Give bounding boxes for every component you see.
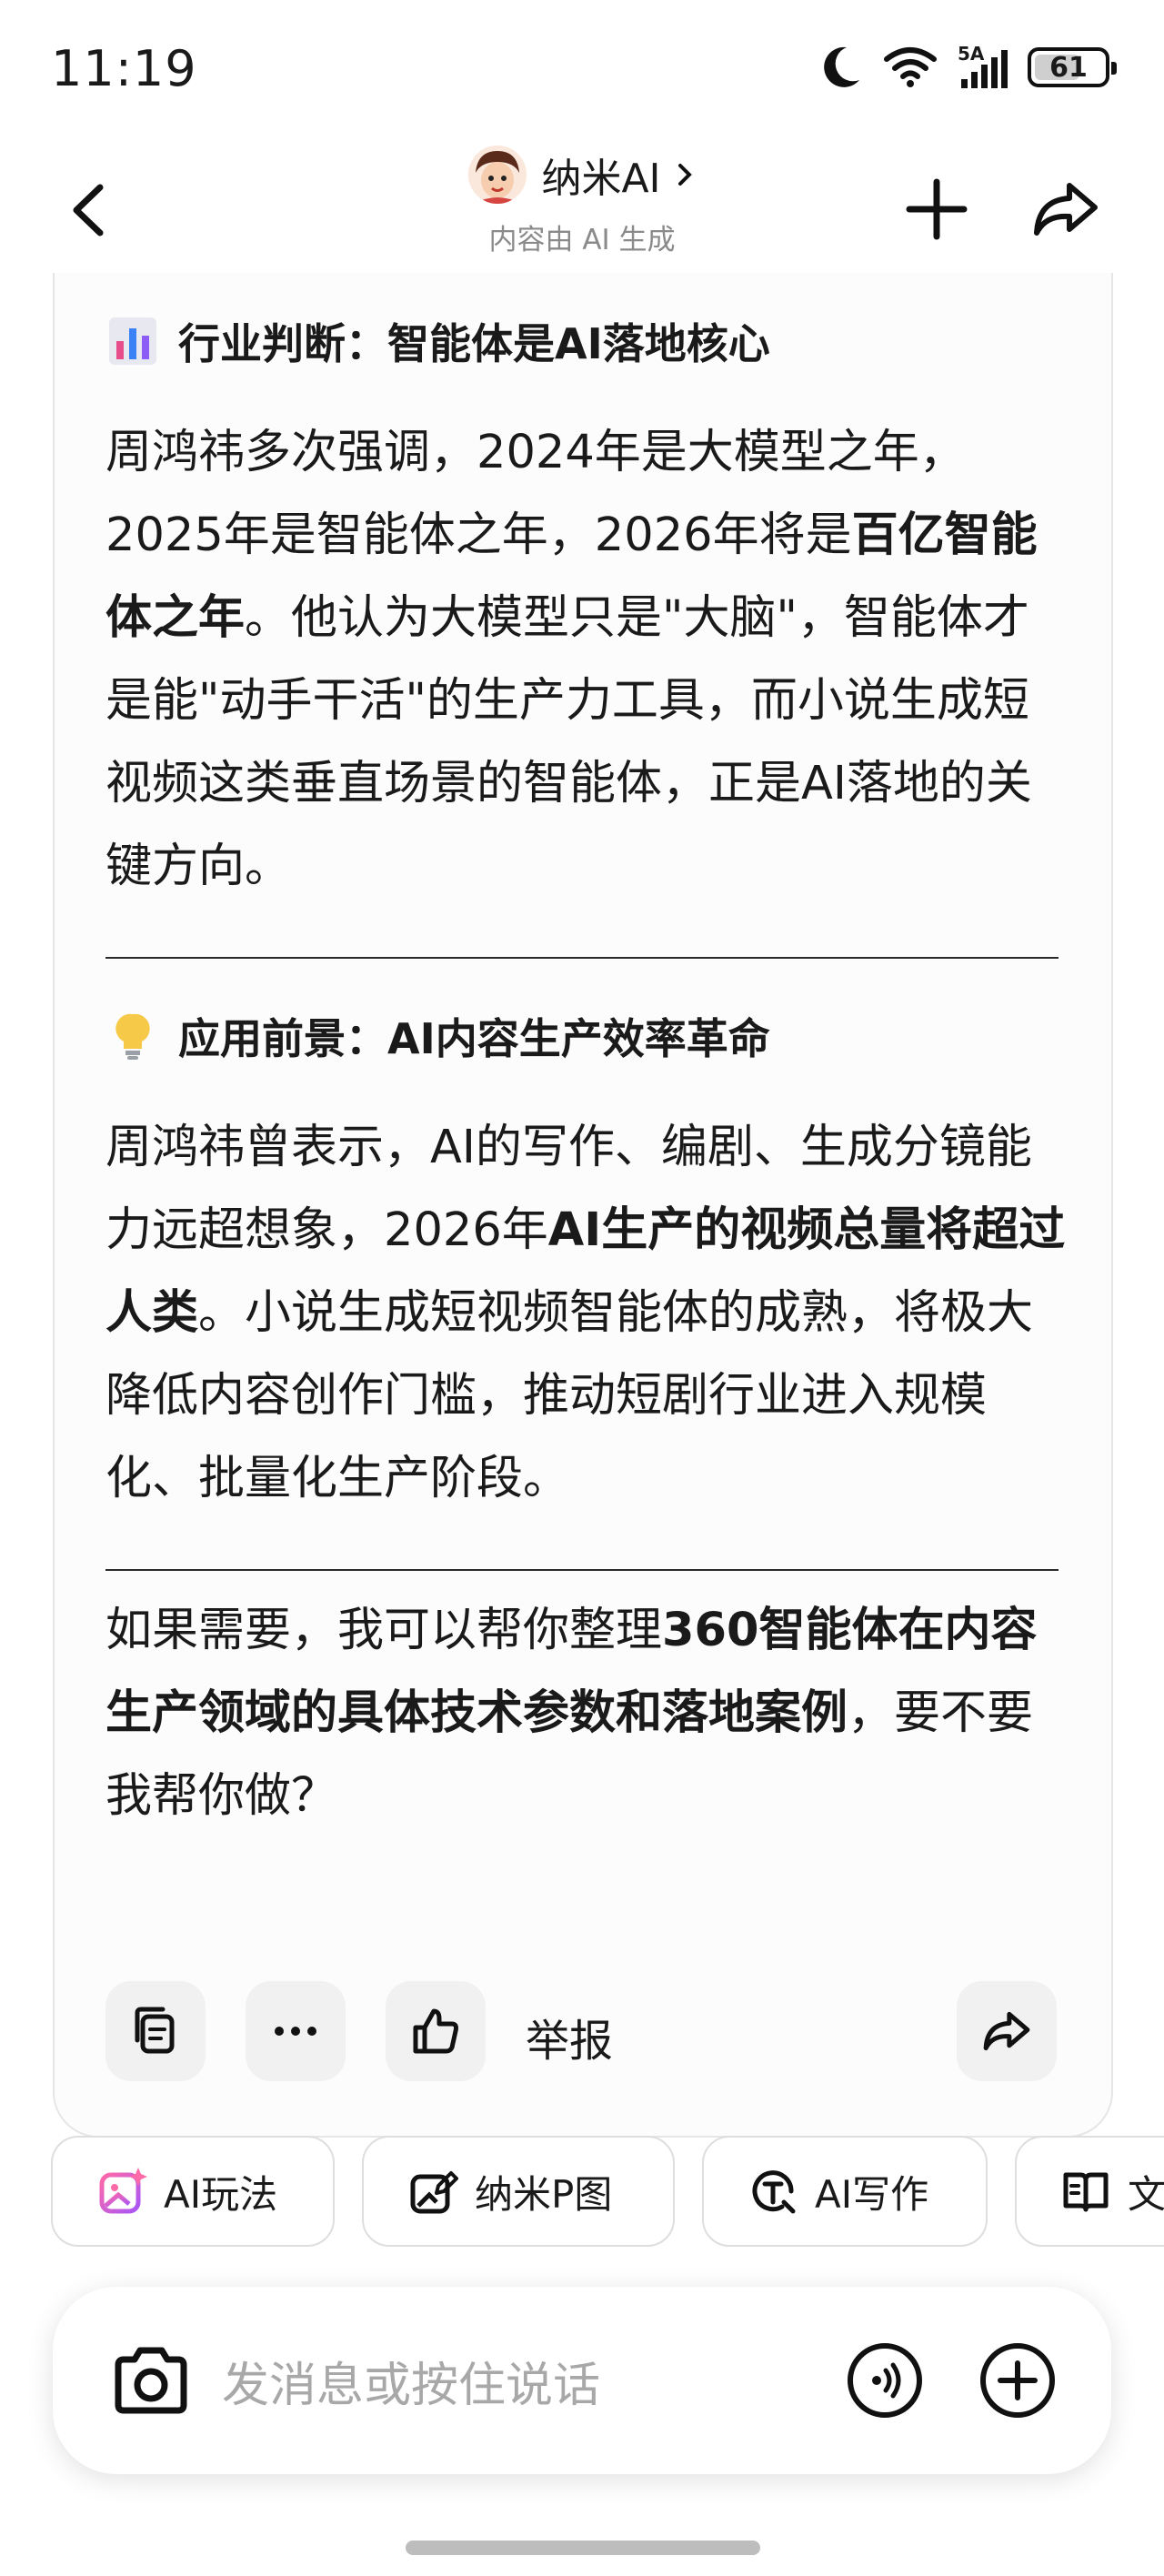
- home-indicator[interactable]: [406, 2541, 760, 2555]
- new-chat-button[interactable]: [900, 173, 973, 246]
- thumbs-up-icon: [413, 2008, 458, 2054]
- edit-image-icon: [410, 2171, 458, 2214]
- section-heading: 应用前景：AI内容生产效率革命: [105, 995, 1069, 1077]
- message-composer: 发消息或按住说话: [53, 2287, 1111, 2474]
- ai-write-icon: [752, 2170, 796, 2214]
- paragraph: 周鸿祎多次强调，2024年是大模型之年，2025年是智能体之年，2026年将是百…: [105, 411, 1069, 908]
- network-type-label: 5A: [958, 43, 985, 65]
- paragraph: 周鸿祎曾表示，AI的写作、编剧、生成分镜能力远超想象，2026年AI生产的视频总…: [105, 1106, 1069, 1520]
- report-button[interactable]: 举报: [526, 2005, 613, 2068]
- plus-circle-icon: [980, 2343, 1055, 2418]
- copy-button[interactable]: [105, 1981, 206, 2081]
- share-button[interactable]: [1028, 173, 1104, 246]
- divider: [105, 1569, 1059, 1571]
- book-icon: [1063, 2172, 1109, 2212]
- battery-icon: 61: [1028, 47, 1117, 87]
- moon-icon: [824, 46, 859, 87]
- add-attachment-button[interactable]: [978, 2341, 1057, 2420]
- feature-chips: AI玩法 纳米P图 AI写作 文: [51, 2136, 1164, 2249]
- message-content: 行业判断：智能体是AI落地核心 周鸿祎多次强调，2024年是大模型之年，2025…: [105, 300, 1069, 1837]
- section-heading: 行业判断：智能体是AI落地核心: [105, 300, 1069, 382]
- share-message-button[interactable]: [957, 1981, 1057, 2081]
- cellular-signal-icon: 5A: [958, 43, 1008, 88]
- voice-wave-icon: [848, 2343, 922, 2418]
- more-button[interactable]: [246, 1981, 346, 2081]
- divider: [105, 957, 1059, 959]
- wifi-icon: [884, 47, 937, 87]
- text-run: 。小说生成短视频智能体的成熟，将极大降低内容创作门槛，推动短剧行业进入规模化、批…: [105, 1286, 1034, 1505]
- status-icons: 5A 61: [819, 43, 1117, 91]
- like-button[interactable]: [386, 1981, 486, 2081]
- bar-chart-icon: [109, 317, 156, 365]
- chip-label: AI玩法: [164, 2171, 278, 2217]
- section-title-text: 应用前景：AI内容生产效率革命: [178, 1014, 770, 1063]
- chip-ai-write[interactable]: AI写作: [702, 2136, 988, 2247]
- text-run: 。他认为大模型只是"大脑"，智能体才是能"动手干活"的生产力工具，而小说生成短视…: [105, 591, 1032, 893]
- chip-text[interactable]: 文: [1015, 2136, 1164, 2247]
- status-bar: 11:19 5A 61: [0, 0, 1164, 136]
- chip-nami-p-image[interactable]: 纳米P图: [362, 2136, 675, 2247]
- text-run: 如果需要，我可以帮你整理: [105, 1604, 663, 1657]
- more-dots-icon: [275, 2027, 316, 2036]
- battery-level: 61: [1049, 51, 1088, 84]
- share-icon: [983, 2011, 1030, 2051]
- chip-label: AI写作: [815, 2171, 929, 2217]
- camera-button[interactable]: [107, 2338, 195, 2425]
- chip-ai-play[interactable]: AI玩法: [51, 2136, 335, 2247]
- avatar: [468, 146, 527, 204]
- lightbulb-icon: [115, 1013, 150, 1060]
- chip-label: 文: [1128, 2171, 1164, 2217]
- chevron-right-icon: [677, 164, 692, 186]
- share-icon: [1034, 183, 1098, 236]
- message-actions: 举报: [105, 1981, 1060, 2083]
- chat-header: 纳米AI 内容由 AI 生成: [0, 136, 1164, 291]
- ai-generated-note: 内容由 AI 生成: [488, 224, 676, 257]
- chat-title: 纳米AI: [541, 156, 661, 202]
- section-title-text: 行业判断：智能体是AI落地核心: [178, 319, 770, 368]
- copy-icon: [135, 2007, 175, 2054]
- chip-label: 纳米P图: [475, 2171, 613, 2217]
- status-time: 11:19: [51, 40, 197, 97]
- voice-call-button[interactable]: [846, 2341, 924, 2420]
- title-block[interactable]: 纳米AI 内容由 AI 生成: [0, 146, 1164, 257]
- message-input[interactable]: 发消息或按住说话: [222, 2347, 600, 2415]
- plus-icon: [906, 178, 968, 240]
- sparkle-image-icon: [99, 2168, 147, 2214]
- text-run: 周鸿祎多次强调，2024年是大模型之年，2025年是智能体之年，2026年将是: [105, 426, 966, 562]
- camera-icon: [115, 2347, 187, 2414]
- closing-paragraph: 如果需要，我可以帮你整理360智能体在内容生产领域的具体技术参数和落地案例，要不…: [105, 1589, 1069, 1837]
